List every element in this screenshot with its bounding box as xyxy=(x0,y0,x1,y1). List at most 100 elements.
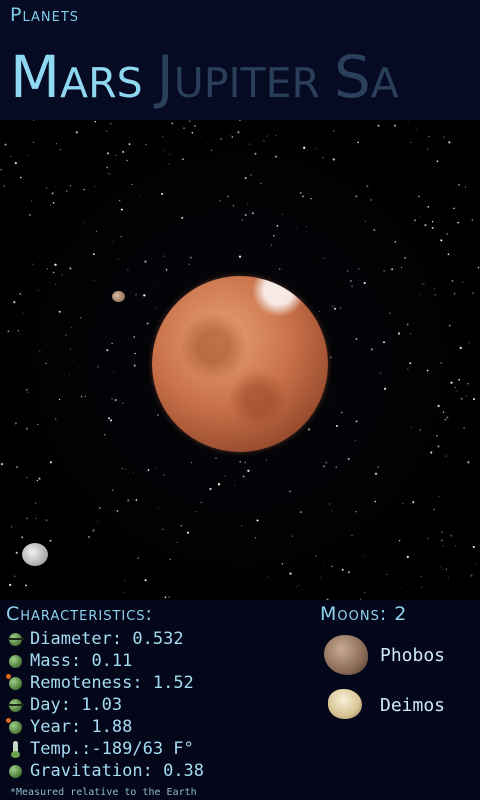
star xyxy=(440,539,443,542)
star xyxy=(180,525,182,527)
star xyxy=(171,122,174,125)
star xyxy=(93,280,95,282)
star xyxy=(431,220,434,223)
star xyxy=(298,584,300,586)
planet-view[interactable] xyxy=(0,120,480,600)
star xyxy=(232,205,235,207)
star xyxy=(210,149,212,151)
star xyxy=(219,199,222,202)
star xyxy=(467,383,469,385)
star xyxy=(427,205,430,208)
star xyxy=(278,268,281,270)
star xyxy=(419,429,421,431)
star xyxy=(241,525,243,527)
star xyxy=(106,166,109,169)
star xyxy=(244,461,247,464)
stat-label: Day: xyxy=(30,695,71,715)
star xyxy=(413,219,417,222)
star xyxy=(35,517,37,519)
star xyxy=(472,398,476,401)
star xyxy=(339,307,342,309)
star xyxy=(409,333,412,335)
stat-remoteness: Remoteness: 1.52 xyxy=(6,672,204,694)
star xyxy=(50,205,51,207)
star xyxy=(362,556,364,558)
star xyxy=(419,294,421,296)
star xyxy=(459,346,462,350)
star xyxy=(220,138,222,140)
stat-label: Gravitation: xyxy=(30,761,153,781)
star xyxy=(355,511,357,513)
star xyxy=(26,476,28,478)
planet-pager[interactable]: Mars Jupiter Sa xyxy=(10,42,413,112)
star xyxy=(64,334,67,337)
star xyxy=(139,196,141,197)
star xyxy=(463,427,465,430)
star xyxy=(131,183,133,186)
star xyxy=(84,395,86,397)
star xyxy=(195,511,197,513)
star xyxy=(69,348,71,350)
star xyxy=(406,555,409,559)
star xyxy=(351,285,354,288)
pager-item-jupiter[interactable]: Jupiter xyxy=(157,43,320,111)
star xyxy=(126,159,128,162)
star xyxy=(427,538,429,540)
stat-value: 0.38 xyxy=(163,761,205,781)
pager-item-mars[interactable]: Mars xyxy=(10,43,143,111)
star xyxy=(61,274,63,276)
star xyxy=(116,510,119,512)
stat-value: 1.88 xyxy=(91,717,133,737)
star xyxy=(415,129,417,130)
star xyxy=(410,426,412,428)
star xyxy=(135,294,137,296)
star xyxy=(476,563,478,565)
characteristics-heading: Characteristics: xyxy=(6,603,153,625)
deimos-moon-image[interactable] xyxy=(22,543,48,566)
star xyxy=(391,268,394,271)
stat-value: 1.03 xyxy=(81,695,123,715)
star xyxy=(410,141,412,144)
star xyxy=(215,457,217,459)
star xyxy=(45,187,48,189)
star xyxy=(37,289,39,292)
moon-item-deimos[interactable]: Deimos xyxy=(322,683,472,727)
star xyxy=(114,398,117,402)
star xyxy=(108,417,111,420)
star xyxy=(58,310,61,313)
pager-item-saturn[interactable]: Sa xyxy=(334,43,399,111)
star xyxy=(426,369,429,372)
star xyxy=(374,472,378,475)
stat-day: Day: 1.03 xyxy=(6,694,204,716)
star xyxy=(32,141,34,143)
star xyxy=(0,462,4,466)
mars-planet-image[interactable] xyxy=(152,276,328,452)
star xyxy=(409,362,412,365)
star xyxy=(442,545,444,547)
moon-item-phobos[interactable]: Phobos xyxy=(322,633,472,677)
star xyxy=(433,287,435,290)
star xyxy=(331,305,334,308)
star xyxy=(7,330,10,333)
star xyxy=(109,419,113,422)
star xyxy=(239,461,241,463)
star xyxy=(363,281,366,285)
star xyxy=(281,562,284,565)
star xyxy=(191,131,194,134)
star xyxy=(452,354,454,356)
star xyxy=(158,320,159,321)
star xyxy=(451,280,454,282)
star xyxy=(98,507,101,509)
star xyxy=(182,158,184,161)
star xyxy=(39,350,41,352)
star xyxy=(470,574,473,577)
phobos-moon-image[interactable] xyxy=(112,291,125,302)
star xyxy=(71,326,73,329)
star xyxy=(237,131,240,134)
star xyxy=(333,399,335,401)
star xyxy=(322,156,325,159)
star xyxy=(133,364,136,367)
star xyxy=(468,342,470,344)
deimos-thumbnail xyxy=(322,683,370,727)
star xyxy=(274,155,277,158)
